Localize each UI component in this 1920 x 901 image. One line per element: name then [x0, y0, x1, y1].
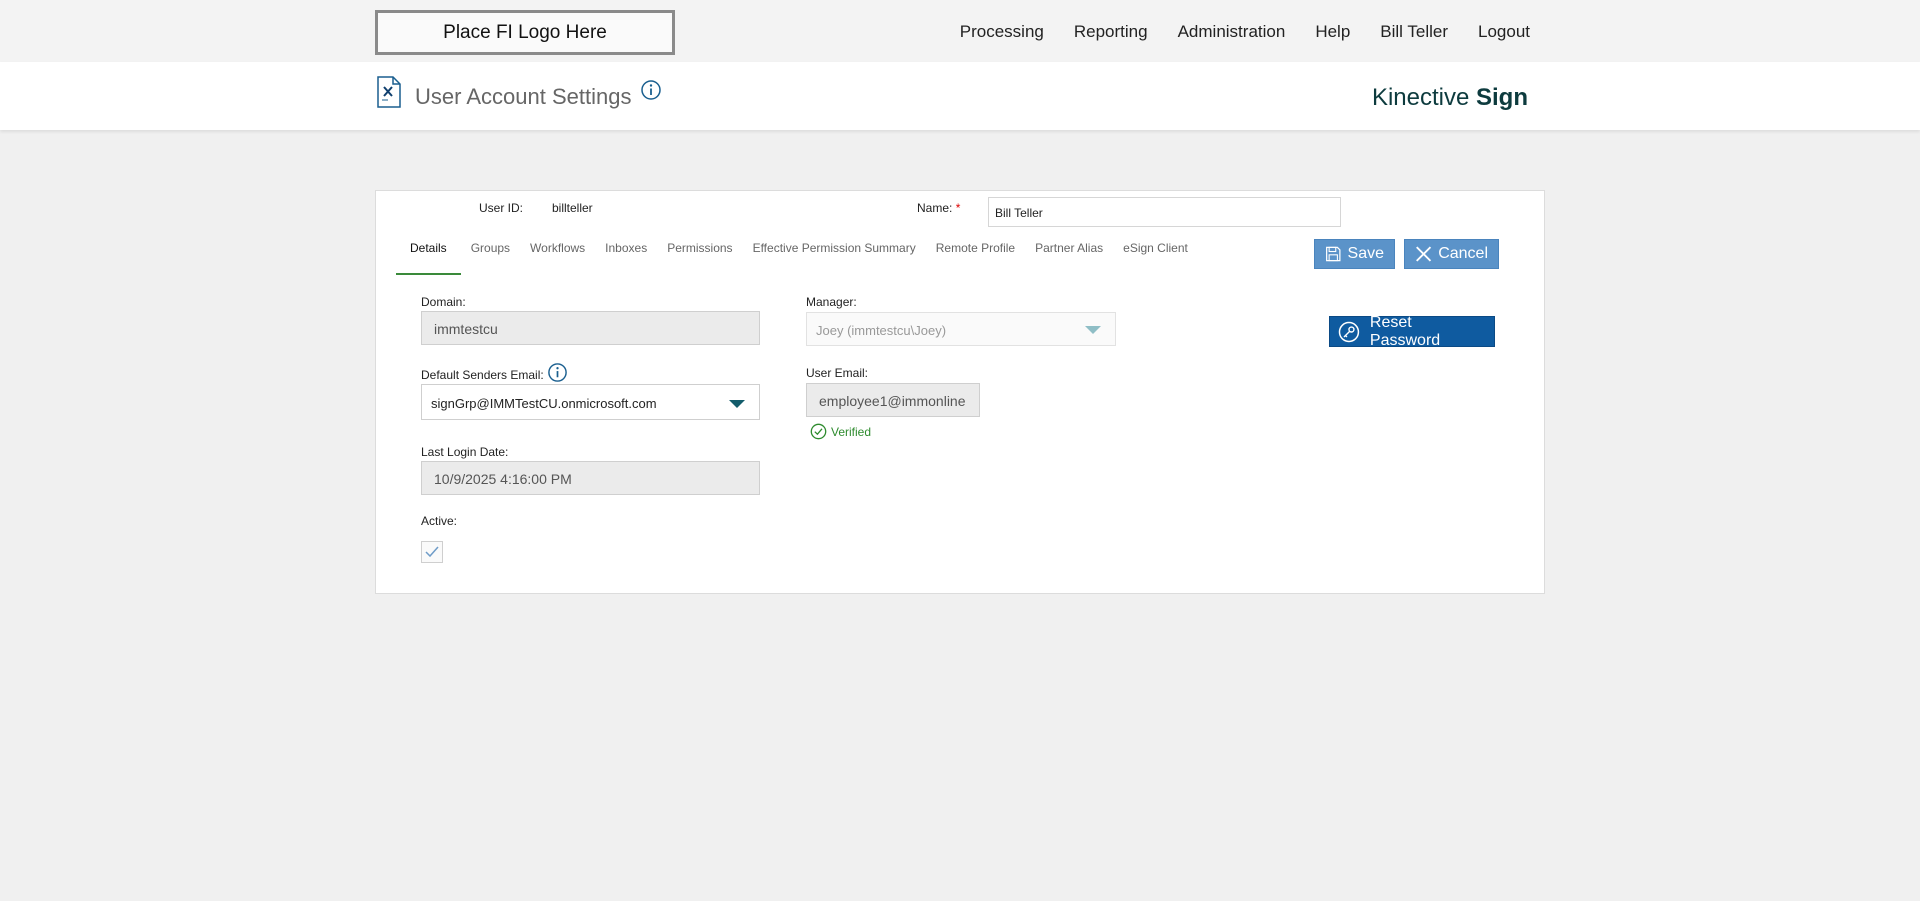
fi-logo-placeholder[interactable]: Place FI Logo Here: [375, 10, 675, 55]
title-band: User Account Settings Kinective Sign: [0, 62, 1920, 130]
name-label: Name: *: [917, 201, 960, 215]
chevron-down-icon: [1085, 326, 1101, 334]
info-icon[interactable]: [547, 362, 568, 383]
last-login-field: 10/9/2025 4:16:00 PM: [421, 461, 760, 495]
top-nav-bar: Place FI Logo Here Processing Reporting …: [0, 0, 1920, 62]
manager-label: Manager:: [806, 295, 857, 309]
nav-logout[interactable]: Logout: [1478, 22, 1530, 42]
user-id-label: User ID:: [479, 201, 524, 215]
active-label: Active:: [421, 514, 458, 528]
user-settings-panel: User ID: billteller Name: * Bill Teller …: [375, 190, 1545, 594]
save-button[interactable]: Save: [1314, 239, 1395, 269]
default-senders-email-select[interactable]: signGrp@IMMTestCU.onmicrosoft.com: [421, 384, 760, 420]
reset-password-label: Reset Password: [1369, 313, 1441, 349]
required-marker: *: [955, 201, 961, 215]
nav-user-name[interactable]: Bill Teller: [1380, 22, 1448, 42]
manager-select[interactable]: Joey (immtestcu\Joey): [806, 312, 1116, 346]
domain-field: immtestcu: [421, 311, 760, 345]
info-icon[interactable]: [640, 79, 662, 101]
tab-partner-alias[interactable]: Partner Alias: [1025, 239, 1113, 275]
check-circle-icon: [810, 423, 827, 440]
cancel-button[interactable]: Cancel: [1404, 239, 1499, 269]
verified-status: Verified: [810, 423, 871, 440]
nav-administration[interactable]: Administration: [1178, 22, 1286, 42]
tab-effective-permission-summary[interactable]: Effective Permission Summary: [743, 239, 926, 275]
tab-inboxes[interactable]: Inboxes: [595, 239, 657, 275]
tab-details[interactable]: Details: [396, 239, 461, 275]
user-email-field: employee1@immonline: [806, 383, 980, 417]
tab-groups[interactable]: Groups: [461, 239, 520, 275]
document-x-icon: [377, 76, 401, 108]
name-label-text: Name:: [917, 201, 953, 215]
nav-processing[interactable]: Processing: [960, 22, 1044, 42]
floppy-disk-icon: [1326, 246, 1341, 262]
logo-text: Place FI Logo Here: [443, 21, 607, 43]
domain-value: immtestcu: [434, 321, 498, 337]
checkmark-icon: [425, 546, 439, 558]
cancel-label: Cancel: [1438, 245, 1488, 262]
chevron-down-icon: [729, 400, 745, 408]
brand-bold: Sign: [1476, 84, 1528, 111]
active-checkbox[interactable]: [421, 541, 443, 563]
user-email-label: User Email:: [806, 366, 869, 380]
nav-reporting[interactable]: Reporting: [1074, 22, 1148, 42]
domain-label: Domain:: [421, 295, 466, 309]
default-senders-email-value: signGrp@IMMTestCU.onmicrosoft.com: [431, 396, 657, 411]
key-icon: [1338, 321, 1360, 342]
tab-permissions[interactable]: Permissions: [657, 239, 742, 275]
user-id-value: billteller: [552, 201, 593, 215]
verified-label: Verified: [831, 424, 872, 439]
last-login-value: 10/9/2025 4:16:00 PM: [434, 471, 572, 487]
tab-workflows[interactable]: Workflows: [520, 239, 595, 275]
brand-light: Kinective: [1371, 84, 1476, 111]
name-input[interactable]: Bill Teller: [988, 197, 1341, 227]
tab-esign-client[interactable]: eSign Client: [1113, 239, 1198, 275]
page-title: User Account Settings: [415, 84, 632, 109]
close-icon: [1416, 246, 1432, 262]
name-input-value: Bill Teller: [995, 206, 1043, 220]
user-email-value: employee1@immonline: [819, 393, 966, 409]
tab-bar: Details Groups Workflows Inboxes Permiss…: [396, 239, 1198, 275]
main-nav: Processing Reporting Administration Help…: [930, 22, 1530, 42]
save-label: Save: [1347, 245, 1384, 262]
brand-logo: Kinective Sign: [1372, 84, 1528, 112]
manager-value: Joey (immtestcu\Joey): [816, 323, 947, 338]
reset-password-button[interactable]: Reset Password: [1329, 313, 1495, 349]
nav-help[interactable]: Help: [1315, 22, 1350, 42]
last-login-label: Last Login Date:: [421, 445, 509, 459]
default-senders-email-label: Default Senders Email:: [421, 368, 544, 382]
tab-remote-profile[interactable]: Remote Profile: [926, 239, 1025, 275]
